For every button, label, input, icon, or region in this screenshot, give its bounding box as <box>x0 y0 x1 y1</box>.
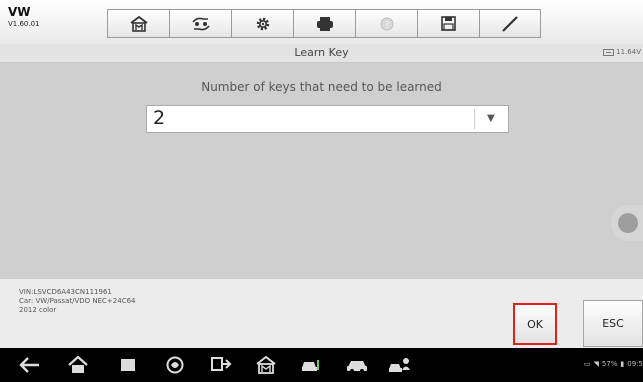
notification-icon: ▭ <box>583 360 591 368</box>
vin-text: VIN:LSVCD6A43CN111961 <box>19 288 112 296</box>
help-button[interactable]: ? <box>355 9 417 38</box>
car-icon[interactable] <box>345 356 369 374</box>
battery-icon: ▮ <box>620 360 625 368</box>
page-title: Learn Key <box>294 46 349 59</box>
key-count-prompt: Number of keys that need to be learned <box>201 80 442 94</box>
dropdown-arrow-icon[interactable]: ▼ <box>487 113 495 124</box>
home-icon <box>129 15 148 32</box>
software-version: V1.60.01 <box>8 20 40 28</box>
brand: VW V1.60.01 <box>8 6 40 28</box>
diagnostics-home-icon[interactable] <box>255 356 277 374</box>
info-bar: VIN:LSVCD6A43CN111961 Car: VW/Passat/VDO… <box>0 278 643 349</box>
floating-assist-button[interactable] <box>611 205 643 241</box>
key-count-select[interactable]: 2 ▼ <box>146 105 509 133</box>
home-nav-icon[interactable] <box>67 356 89 374</box>
back-icon[interactable] <box>19 356 41 374</box>
save-icon <box>441 16 456 31</box>
browser-icon[interactable] <box>165 356 185 374</box>
settings-button[interactable] <box>231 9 293 38</box>
recent-apps-icon[interactable] <box>118 356 138 374</box>
brand-name: VW <box>8 5 31 19</box>
title-bar: VW V1.60.01 ? <box>0 0 643 45</box>
vehicle-info: VIN:LSVCD6A43CN111961 Car: VW/Passat/VDO… <box>19 288 136 315</box>
page-header: Learn Key 11.64V <box>0 44 643 63</box>
battery-percent: 57% <box>601 360 618 368</box>
home-button[interactable] <box>107 9 169 38</box>
clock-time: 09:5 <box>627 360 643 368</box>
vehicle-voltage: 11.64V <box>603 48 641 56</box>
battery-voltage-icon <box>603 48 615 56</box>
remote-support-icon[interactable] <box>387 356 413 374</box>
settings-gear-icon <box>256 17 269 30</box>
toolbar: ? <box>107 9 548 41</box>
help-icon: ? <box>380 17 393 30</box>
ok-button[interactable]: OK <box>513 303 557 345</box>
esc-button[interactable]: ESC <box>583 300 643 347</box>
main-content: Number of keys that need to be learned 2… <box>0 63 643 278</box>
vehicle-swap-button[interactable] <box>169 9 231 38</box>
screen-capture-icon[interactable] <box>210 356 232 374</box>
wifi-icon: ◥ <box>593 360 599 368</box>
vehicle-swap-icon <box>191 17 210 30</box>
system-status: ▭ ◥ 57% ▮ 09:5 <box>584 360 643 368</box>
print-icon <box>316 16 333 31</box>
car-model-text: Car: VW/Passat/VDO NEC+24C64 <box>19 297 136 305</box>
vehicle-service-icon[interactable] <box>300 356 324 374</box>
model-year-text: 2012 color <box>19 306 57 314</box>
save-button[interactable] <box>417 9 479 38</box>
edit-pen-icon <box>502 15 518 32</box>
key-count-value: 2 <box>153 107 166 129</box>
android-nav-bar: ▭ ◥ 57% ▮ 09:5 <box>0 348 643 382</box>
edit-button[interactable] <box>479 9 541 38</box>
floating-circle-icon <box>618 213 638 233</box>
select-divider <box>474 109 475 129</box>
svg-text:?: ? <box>384 20 389 30</box>
print-button[interactable] <box>293 9 355 38</box>
voltage-value: 11.64V <box>616 48 641 56</box>
